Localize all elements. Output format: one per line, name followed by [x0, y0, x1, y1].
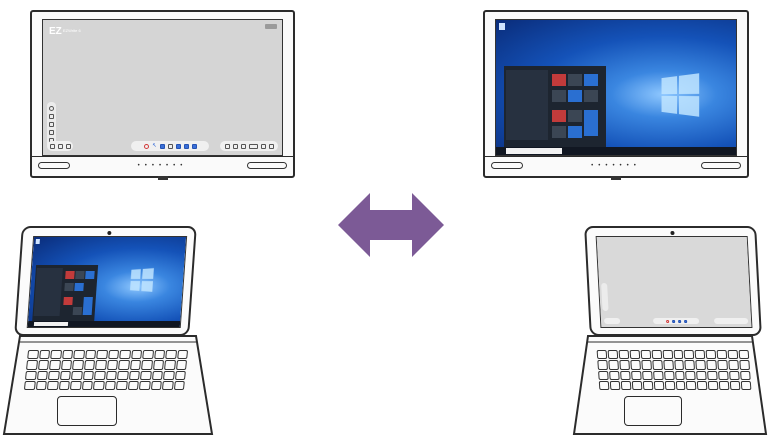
start-tile[interactable] — [74, 283, 84, 291]
start-tile[interactable] — [72, 307, 83, 315]
text-icon[interactable] — [683, 319, 687, 323]
ezwrite-logo: EZ — [49, 26, 62, 37]
whiteboard-zoom-toolbar — [713, 318, 749, 324]
windows-logo-icon — [661, 73, 700, 117]
start-tile[interactable] — [568, 110, 582, 122]
upload-icon[interactable] — [49, 114, 54, 119]
clear-icon[interactable] — [191, 143, 197, 149]
whiteboard-canvas[interactable] — [43, 20, 282, 155]
laptop-touchpad[interactable] — [624, 396, 682, 426]
start-tile[interactable] — [568, 90, 582, 102]
whiteboard-screen[interactable]: EZ EZWrite 6 ↖ — [42, 19, 283, 156]
text-icon[interactable] — [183, 143, 189, 149]
windows-logo-icon — [130, 268, 154, 292]
start-menu[interactable] — [504, 66, 606, 148]
recycle-bin-icon[interactable] — [35, 239, 40, 244]
start-tile[interactable] — [75, 271, 85, 279]
webcam-icon — [670, 231, 675, 235]
start-tile[interactable] — [85, 271, 95, 279]
display-bezel-bottom: ••••••• — [32, 156, 293, 176]
shape-icon[interactable] — [175, 143, 181, 149]
whiteboard-page-toolbar — [603, 318, 621, 324]
start-tile[interactable] — [552, 74, 566, 86]
whiteboard-canvas[interactable] — [596, 237, 752, 327]
display-stand — [611, 176, 621, 180]
start-tile[interactable] — [552, 90, 566, 102]
folder-icon[interactable] — [49, 122, 54, 127]
whiteboard-zoom-toolbar — [220, 141, 278, 151]
start-menu[interactable] — [32, 265, 99, 321]
start-tile[interactable] — [64, 283, 74, 291]
save-icon[interactable] — [49, 130, 54, 135]
windows-taskbar — [496, 147, 736, 155]
eraser-icon[interactable] — [671, 319, 675, 323]
front-buttons-left[interactable] — [491, 162, 523, 169]
zoom-out-icon[interactable] — [240, 143, 246, 149]
interactive-display-right: ••••••• — [483, 10, 749, 180]
taskbar-search-box[interactable] — [33, 322, 69, 326]
windows-taskbar — [27, 321, 181, 327]
laptop-lid — [14, 226, 197, 336]
pages-icon[interactable] — [57, 143, 63, 149]
bidirectional-arrow-icon — [338, 193, 444, 257]
menu-icon[interactable] — [49, 143, 55, 149]
start-tile[interactable] — [584, 110, 598, 136]
whiteboard-page-toolbar — [47, 141, 73, 151]
laptop-lid — [584, 226, 762, 336]
zoom-in-icon[interactable] — [260, 143, 266, 149]
front-buttons-left[interactable] — [38, 162, 70, 169]
start-tile[interactable] — [552, 126, 566, 138]
ezwrite-app-name: EZWrite 6 — [63, 28, 81, 33]
pen-icon[interactable] — [143, 143, 149, 149]
laptop-touchpad[interactable] — [57, 396, 117, 426]
undo-icon[interactable] — [224, 143, 230, 149]
whiteboard-drawing-toolbar: ↖ — [131, 141, 209, 151]
select-icon[interactable] — [167, 143, 173, 149]
sensor-dots-icon: ••••••• — [591, 163, 641, 169]
start-tile[interactable] — [568, 126, 582, 138]
windows-screen[interactable] — [26, 236, 188, 328]
interactive-display-left: EZ EZWrite 6 ↖ ••••••• — [30, 10, 295, 180]
settings-icon[interactable] — [49, 106, 54, 111]
laptop-keyboard[interactable] — [596, 350, 752, 390]
start-tile[interactable] — [584, 90, 598, 102]
window-control-button[interactable] — [265, 24, 277, 29]
start-tile[interactable] — [584, 74, 598, 86]
front-buttons-right[interactable] — [701, 162, 741, 169]
start-tile[interactable] — [552, 110, 566, 122]
start-tile[interactable] — [65, 271, 75, 279]
cursor-icon[interactable]: ↖ — [152, 143, 157, 149]
start-menu-app-list — [33, 268, 63, 316]
webcam-icon — [107, 231, 112, 235]
whiteboard-drawing-toolbar — [652, 318, 700, 324]
eraser-icon[interactable] — [159, 143, 165, 149]
start-menu-app-list — [506, 70, 548, 140]
display-stand — [157, 176, 168, 180]
sensor-dots-icon: ••••••• — [137, 163, 188, 169]
display-bezel-bottom: ••••••• — [485, 156, 747, 176]
shape-icon[interactable] — [677, 319, 681, 323]
fullscreen-icon[interactable] — [268, 143, 274, 149]
add-page-icon[interactable] — [65, 143, 71, 149]
taskbar-search-box[interactable] — [506, 148, 562, 154]
start-tile[interactable] — [63, 297, 73, 305]
start-tile[interactable] — [568, 74, 582, 86]
recycle-bin-icon[interactable] — [499, 23, 505, 30]
whiteboard-screen[interactable] — [595, 236, 753, 328]
start-tile[interactable] — [82, 297, 93, 315]
windows-screen[interactable] — [495, 19, 737, 156]
pen-icon[interactable] — [665, 319, 669, 323]
redo-icon[interactable] — [232, 143, 238, 149]
zoom-level-icon[interactable] — [248, 143, 258, 149]
front-buttons-right[interactable] — [247, 162, 287, 169]
laptop-keyboard[interactable] — [23, 350, 189, 390]
